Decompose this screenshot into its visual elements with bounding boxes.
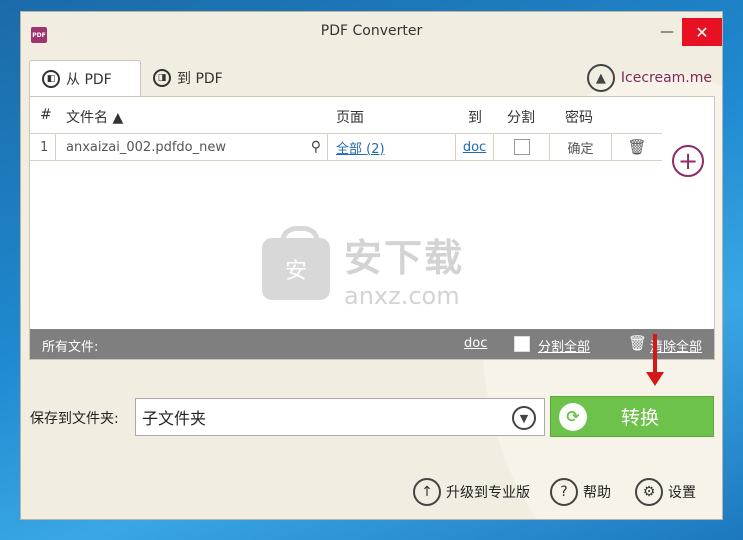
watermark-bag-icon: 安 [262, 225, 330, 300]
watermark-en: anxz.com [344, 282, 460, 310]
tab-from-pdf-label: 从 PDF [66, 71, 112, 88]
row-password-cell: 确定 [550, 134, 612, 160]
help-label: 帮助 [583, 485, 611, 501]
arrow-annotation [646, 334, 664, 386]
row-split-cell [494, 134, 550, 160]
window-title: PDF Converter [320, 23, 423, 39]
row-filename: anxaizai_002.pdfdo_new [66, 139, 226, 155]
row-index: 1 [30, 134, 56, 160]
col-filename[interactable]: 文件名 ▲ [66, 107, 123, 127]
watermark-cn: 安下载 [344, 236, 465, 280]
gear-icon: ⚙ [635, 478, 663, 506]
brand-link[interactable]: ▲ Icecream.me [586, 64, 712, 92]
trash-icon[interactable]: 🗑 [628, 334, 647, 352]
arrow-up-icon: ↑ [413, 478, 441, 506]
row-pages-link[interactable]: 全部 (2) [336, 138, 385, 157]
all-files-label: 所有文件: [42, 340, 99, 355]
add-file-button[interactable]: + [672, 145, 704, 177]
col-password: 密码 [565, 110, 593, 126]
app-window: PDF PDF Converter — ✕ ◧ 从 PDF ◨ 到 PDF ▲ … [20, 11, 723, 520]
row-format-link[interactable]: doc [463, 140, 486, 155]
save-folder-select[interactable]: 子文件夹 ▼ [135, 398, 545, 436]
row-password-button[interactable]: 确定 [567, 138, 593, 157]
col-split: 分割 [507, 110, 535, 126]
minimize-button[interactable]: — [650, 18, 684, 46]
pdf-out-icon: ◧ [42, 69, 60, 88]
settings-label: 设置 [668, 485, 696, 501]
split-all-checkbox[interactable] [514, 336, 530, 352]
table-header: # 文件名 ▲ 页面 到 分割 密码 [30, 97, 714, 133]
col-to: 到 [468, 110, 482, 126]
chevron-down-icon[interactable]: ▼ [512, 406, 536, 430]
pdf-in-icon: ◨ [153, 69, 171, 87]
brand-label: Icecream.me [620, 70, 712, 86]
split-all-link[interactable]: 分割全部 [538, 336, 590, 355]
col-index: # [40, 107, 52, 123]
clear-all-link[interactable]: 清除全部 [650, 336, 702, 355]
refresh-icon: ⟳ [559, 402, 587, 431]
save-folder-label: 保存到文件夹: [30, 411, 119, 427]
table-row: 1 anxaizai_002.pdfdo_new ⚲ 全部 (2) doc 确定… [30, 133, 662, 161]
trash-icon[interactable]: 🗑 [627, 138, 646, 156]
row-delete-cell: 🗑 [612, 134, 662, 160]
icecream-icon: ▲ [586, 64, 615, 92]
tab-to-pdf[interactable]: ◨ 到 PDF [141, 60, 235, 96]
tab-from-pdf[interactable]: ◧ 从 PDF [29, 60, 141, 96]
search-icon[interactable]: ⚲ [311, 139, 321, 155]
close-button[interactable]: ✕ [682, 18, 722, 46]
convert-button[interactable]: ⟳ 转换 [550, 396, 714, 437]
all-format-link[interactable]: doc [464, 336, 487, 351]
tab-to-pdf-label: 到 PDF [177, 71, 223, 87]
save-folder-value: 子文件夹 [142, 409, 207, 428]
upgrade-button[interactable]: ↑ 升级到专业版 [413, 478, 530, 506]
help-button[interactable]: ? 帮助 [550, 478, 611, 506]
convert-label: 转换 [620, 407, 659, 429]
col-pages: 页面 [336, 110, 364, 126]
footer-bar: 所有文件: doc 分割全部 🗑 清除全部 [30, 329, 714, 359]
title-bar: PDF PDF Converter — ✕ [21, 12, 722, 52]
watermark-text: 安下载 anxz.com [344, 227, 464, 310]
row-format-cell: doc [456, 134, 494, 160]
row-pages-cell: 全部 (2) [328, 134, 456, 160]
watermark: 安 安下载 anxz.com [262, 225, 464, 310]
question-icon: ? [550, 478, 578, 506]
settings-button[interactable]: ⚙ 设置 [635, 478, 696, 506]
file-list-panel: # 文件名 ▲ 页面 到 分割 密码 1 anxaizai_002.pdfdo_… [29, 96, 715, 360]
upgrade-label: 升级到专业版 [446, 485, 530, 501]
row-split-checkbox[interactable] [513, 139, 530, 155]
row-filename-cell: anxaizai_002.pdfdo_new ⚲ [56, 134, 328, 160]
